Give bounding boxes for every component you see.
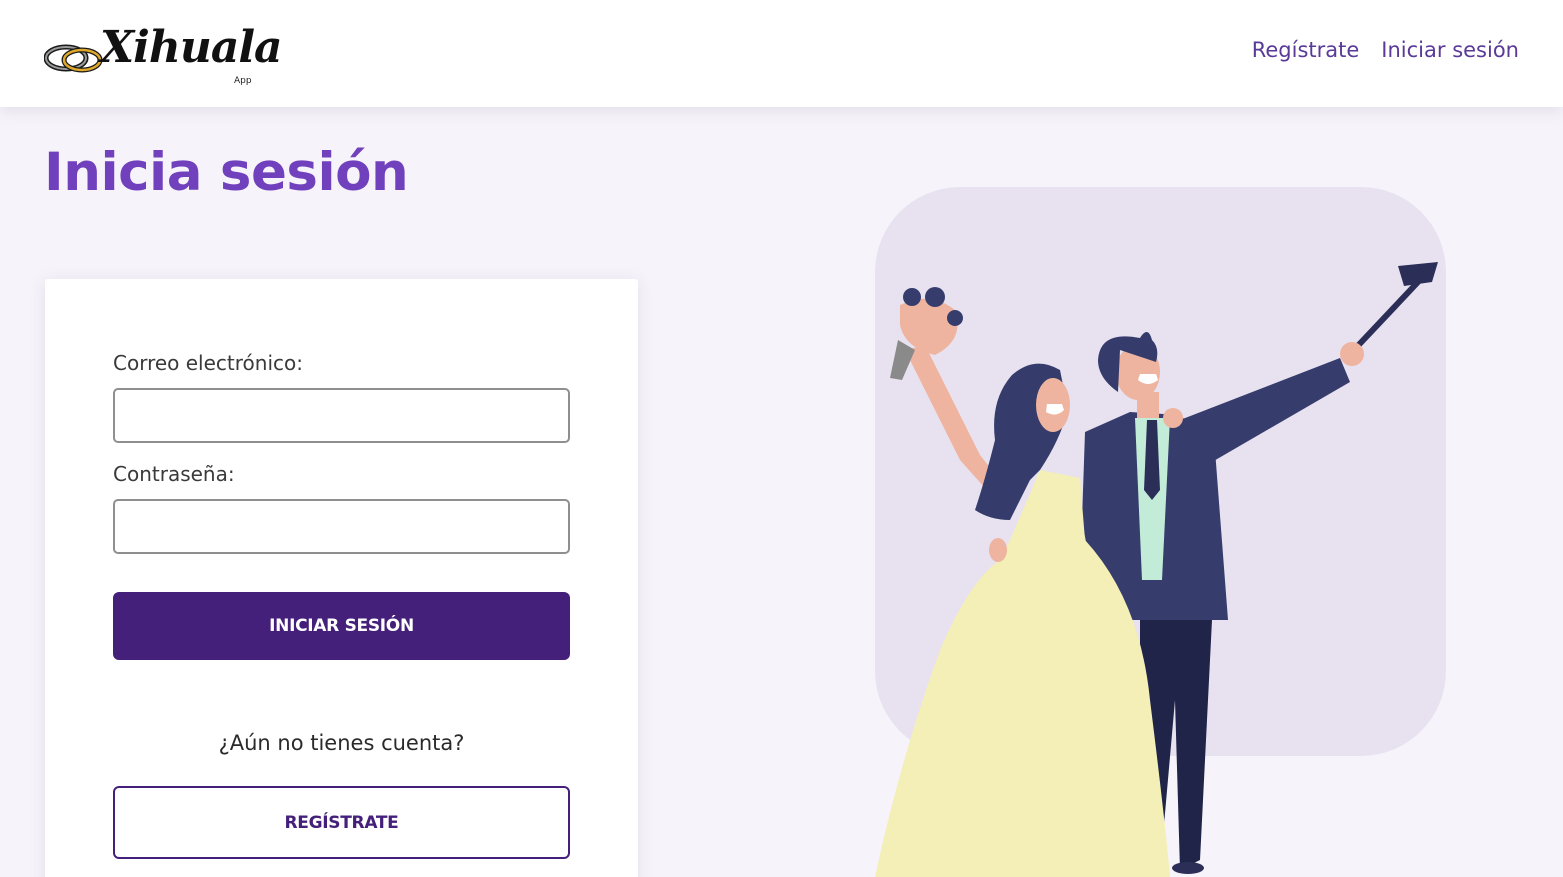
login-button[interactable]: INICIAR SESIÓN bbox=[113, 592, 570, 660]
page-title: Inicia sesión bbox=[44, 142, 409, 203]
nav-register-link[interactable]: Regístrate bbox=[1252, 38, 1360, 62]
logo[interactable]: Xihuala App bbox=[44, 16, 283, 92]
nav-login-link[interactable]: Iniciar sesión bbox=[1381, 38, 1519, 62]
logo-subtext: App bbox=[234, 76, 252, 86]
register-button[interactable]: REGÍSTRATE bbox=[113, 786, 570, 859]
password-field[interactable] bbox=[113, 499, 570, 554]
no-account-text: ¿Aún no tienes cuenta? bbox=[218, 731, 465, 755]
login-card: Correo electrónico: Contraseña: INICIAR … bbox=[45, 279, 638, 877]
logo-text: Xihuala bbox=[100, 22, 283, 73]
password-label: Contraseña: bbox=[113, 462, 235, 486]
wedding-couple-selfie-illustration bbox=[875, 187, 1446, 877]
email-field[interactable] bbox=[113, 388, 570, 443]
nav-links: Regístrate Iniciar sesión bbox=[1252, 38, 1519, 62]
email-label: Correo electrónico: bbox=[113, 351, 303, 375]
wedding-rings-icon bbox=[44, 44, 103, 73]
navbar: Xihuala App Regístrate Iniciar sesión bbox=[0, 0, 1563, 107]
